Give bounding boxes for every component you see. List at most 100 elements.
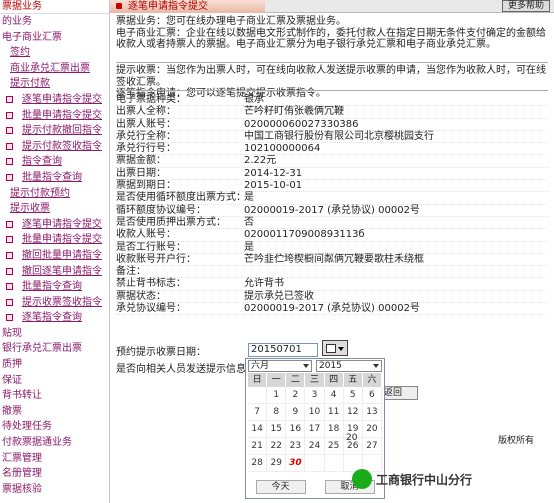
bullet-icon <box>6 173 13 181</box>
calendar-day[interactable]: 20 <box>362 421 382 438</box>
calendar-day[interactable]: 7 <box>248 404 268 421</box>
sidebar-item[interactable]: 待处理任务 <box>0 419 109 435</box>
sidebar-item[interactable]: 提示付款签收指令 <box>0 139 109 155</box>
sidebar-item[interactable]: 提示收票签收指令 <box>0 295 109 311</box>
calendar-day[interactable]: 14 <box>248 421 268 438</box>
calendar-day[interactable]: 30 <box>286 455 306 472</box>
bullet-icon <box>6 158 13 166</box>
sidebar-item[interactable]: 逐笔申请指令提交 <box>0 92 109 108</box>
calendar-day[interactable]: 24 <box>305 438 325 455</box>
calendar-day[interactable]: 10 <box>305 404 325 421</box>
sidebar-item-label: 名册管理 <box>2 468 42 480</box>
sidebar: 票据业务 的业务 电子商业汇票 签约 商业承兑汇票出票 提示付款 逐笔申请指令提交 批量申请… <box>0 0 110 503</box>
calendar-day[interactable]: 25 <box>324 438 344 455</box>
calendar-day[interactable]: 6 <box>362 387 382 404</box>
field-label: 票据金额： <box>116 155 166 167</box>
sidebar-menu: 的业务 电子商业汇票 签约 商业承兑汇票出票 提示付款 逐笔申请指令提交 批量申请指令提交提… <box>0 14 109 497</box>
calendar-day[interactable]: 21 <box>248 438 268 455</box>
calendar-day[interactable]: 11 <box>324 404 344 421</box>
calendar-day[interactable]: 12 <box>343 404 363 421</box>
sidebar-item-label: 批量申请指令提交 <box>22 234 102 246</box>
sidebar-item[interactable]: 批量申请指令提交 <box>0 232 109 248</box>
sidebar-item[interactable]: 撤回逐笔申请指令 <box>0 264 109 280</box>
field-value: 020001170900893113б <box>244 229 365 241</box>
calendar-day[interactable]: 28 <box>248 455 268 472</box>
sidebar-item[interactable]: 签约 <box>0 45 109 61</box>
sidebar-item[interactable]: 银行承兑汇票出票 <box>0 341 109 357</box>
bullet-icon <box>6 236 13 244</box>
more-help-button[interactable]: 更多帮助 <box>502 0 550 12</box>
sidebar-item[interactable]: 电子商业汇票 <box>0 30 109 46</box>
form-row: 禁止背书标志： 允许背书 <box>116 278 548 291</box>
sidebar-item[interactable]: 批量指令查询 <box>0 170 109 186</box>
form-row: 收款人账号： 020001170900893113б <box>116 229 548 242</box>
sidebar-item[interactable]: 汇票管理 <box>0 451 109 467</box>
calendar-day[interactable]: 27 <box>362 438 382 455</box>
sidebar-item[interactable]: 名册管理 <box>0 466 109 482</box>
calendar-day[interactable]: 23 <box>286 438 306 455</box>
sidebar-item-label: 的业务 <box>2 16 32 27</box>
calendar-day[interactable]: 18 <box>324 421 344 438</box>
sidebar-item[interactable]: 撤票 <box>0 404 109 420</box>
year-select[interactable]: 2015 <box>316 360 382 372</box>
form-row: 出票日期： 2014-12-31 <box>116 168 548 181</box>
month-select[interactable]: 六月 <box>248 360 312 372</box>
divider <box>116 90 548 91</box>
date-label: 预约提示收票日期： <box>116 347 206 358</box>
form-row: 循环额度协议编号： 02000019-2017 (承兑协议) 00002号 <box>116 205 548 217</box>
calendar-day[interactable]: 15 <box>267 421 287 438</box>
sidebar-item-label: 汇票管理 <box>2 452 42 464</box>
sidebar-item[interactable]: 提示付款 <box>0 76 109 92</box>
bullet-icon <box>6 298 13 306</box>
sidebar-item[interactable]: 撤回批量申请指令 <box>0 248 109 264</box>
calendar-day[interactable]: 17 <box>305 421 325 438</box>
sidebar-item[interactable]: 商业承兑汇票出票 <box>0 61 109 77</box>
calendar-day[interactable]: 1 <box>267 387 287 404</box>
sidebar-item[interactable]: 提示付款撤回指令 <box>0 123 109 139</box>
calendar-day[interactable]: 2 <box>286 387 306 404</box>
sidebar-item[interactable]: 逐笔指令查询 <box>0 310 109 326</box>
top-tab-bar: 逐笔申请指令提交 更多帮助 <box>110 0 554 13</box>
sidebar-item[interactable]: 保证 <box>0 373 109 389</box>
calendar-day[interactable]: 16 <box>286 421 306 438</box>
sidebar-item[interactable]: 提示收票 <box>0 201 109 217</box>
calendar-day[interactable]: 13 <box>362 404 382 421</box>
sidebar-item-label: 待处理任务 <box>2 421 52 433</box>
sidebar-item[interactable]: 贴现 <box>0 326 109 342</box>
calendar-day[interactable]: 8 <box>267 404 287 421</box>
bullet-icon <box>6 95 13 103</box>
sidebar-item[interactable]: 付款票据通业务 <box>0 435 109 451</box>
date-input[interactable]: 20150701 <box>248 343 318 357</box>
tab-bullet-icon <box>116 3 122 9</box>
sidebar-item[interactable]: 指令查询 <box>0 154 109 170</box>
calendar-day[interactable]: 22 <box>267 438 287 455</box>
sidebar-item[interactable]: 质押 <box>0 357 109 373</box>
sidebar-item[interactable]: 的业务 <box>0 14 109 30</box>
sidebar-item[interactable]: 批量申请指令提交 <box>0 108 109 124</box>
sidebar-item-label: 逐笔申请指令提交 <box>22 218 102 230</box>
today-button[interactable]: 今天 <box>255 480 306 494</box>
field-label: 承兑行行号： <box>116 143 176 155</box>
field-label: 备注： <box>116 266 146 278</box>
calendar-day[interactable]: 4 <box>324 387 344 404</box>
calendar-day <box>305 455 325 472</box>
sidebar-item[interactable]: 票据核验 <box>0 482 109 498</box>
sidebar-item[interactable]: 批量指令查询 <box>0 279 109 295</box>
sidebar-item-label: 票据核验 <box>2 483 42 495</box>
sidebar-item[interactable]: 逐笔申请指令提交 <box>0 217 109 233</box>
chevron-down-icon <box>338 347 344 351</box>
bullet-icon <box>6 127 13 135</box>
sidebar-item-label: 电子商业汇票 <box>2 31 62 43</box>
sidebar-item[interactable]: 提示付款预约 <box>0 186 109 202</box>
notice-line-1: 票据业务：您可在线办理电子商业汇票及票据业务。 <box>116 16 346 27</box>
calendar-day[interactable]: 5 <box>343 387 363 404</box>
calendar-day[interactable]: 3 <box>305 387 325 404</box>
field-value: 02000019-2017 (承兑协议) 00002号 <box>244 303 420 315</box>
sidebar-item[interactable]: 背书转让 <box>0 388 109 404</box>
weekday-header: 一 <box>267 373 287 387</box>
calendar-day[interactable]: 29 <box>267 455 287 472</box>
calendar-day[interactable]: 9 <box>286 404 306 421</box>
tab-current[interactable]: 逐笔申请指令提交 <box>110 0 265 13</box>
copyright-left: 20 <box>346 433 358 443</box>
calendar-button[interactable] <box>322 340 348 356</box>
